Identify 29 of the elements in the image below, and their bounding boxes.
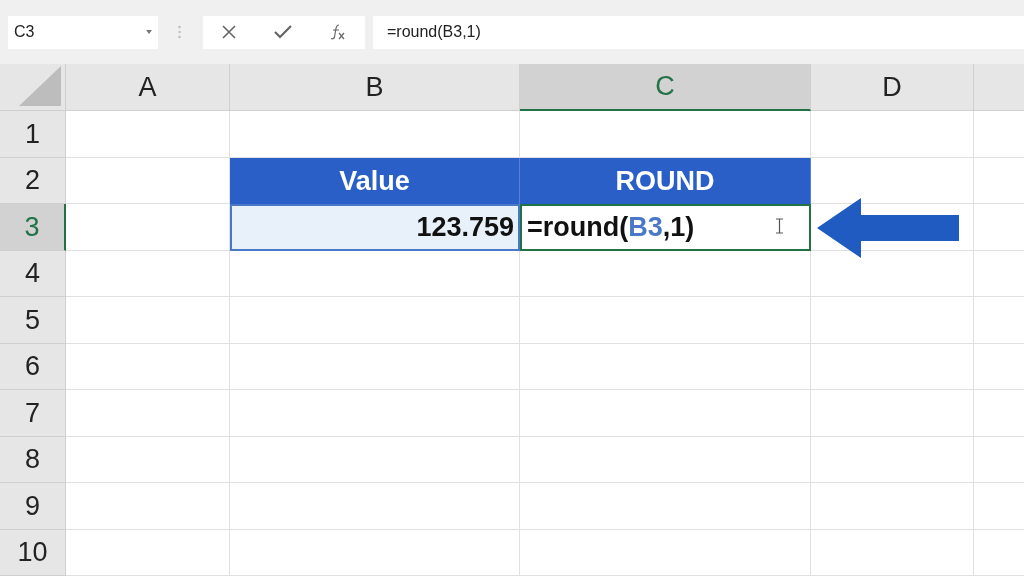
function-icon[interactable] [330, 24, 346, 40]
row-header[interactable]: 4 [0, 250, 66, 297]
formula-text: =round(B3,1) [387, 22, 481, 42]
close-icon[interactable] [222, 25, 236, 39]
table-cell: 123.759 [230, 204, 520, 251]
column-header[interactable]: C [520, 64, 811, 111]
formula-input[interactable]: =round(B3,1) [373, 15, 1024, 49]
row-header[interactable]: 3 [0, 204, 66, 251]
row-header[interactable]: 5 [0, 297, 66, 344]
text-cursor-icon [776, 218, 783, 234]
name-box[interactable]: C3 [8, 15, 158, 49]
arrow-icon [817, 198, 959, 258]
formula-cell[interactable]: =round(B3,1) [520, 204, 811, 251]
column-header[interactable]: D [811, 64, 974, 111]
row-header[interactable]: 9 [0, 483, 66, 530]
cell-reference: C3 [14, 22, 35, 42]
grip-icon [178, 25, 181, 39]
row-header[interactable]: 1 [0, 111, 66, 158]
checkmark-icon[interactable] [274, 25, 292, 39]
row-header[interactable]: 10 [0, 529, 66, 576]
header-cell: Value [230, 157, 520, 204]
column-header[interactable]: B [230, 64, 520, 111]
row-header[interactable]: 6 [0, 343, 66, 390]
caret-icon [146, 30, 152, 34]
row-header[interactable]: 7 [0, 390, 66, 437]
row-header[interactable]: 8 [0, 436, 66, 483]
header-cell: ROUND [520, 157, 811, 204]
column-header[interactable]: A [66, 64, 230, 111]
row-header[interactable]: 2 [0, 157, 66, 204]
